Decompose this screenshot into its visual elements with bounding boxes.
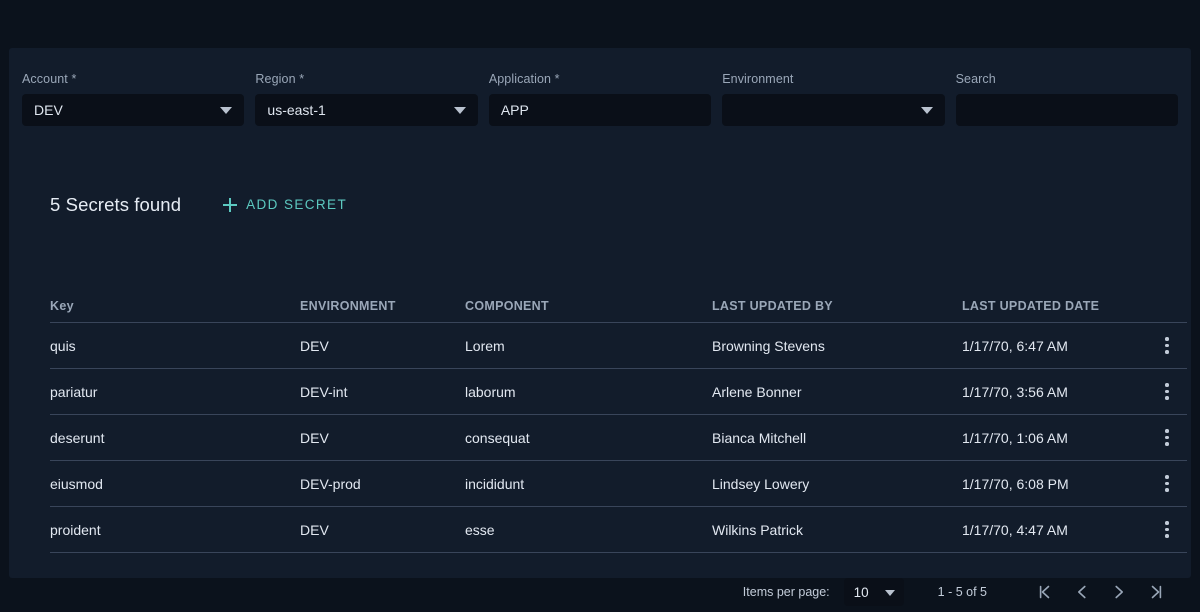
pagination-buttons — [1033, 577, 1168, 607]
cell-last-updated-date: 1/17/70, 1:06 AM — [962, 429, 1068, 446]
table-row[interactable]: deserunt DEV consequat Bianca Mitchell 1… — [50, 415, 1187, 461]
environment-label: Environment — [722, 72, 794, 86]
cell-actions — [1147, 382, 1187, 402]
application-value: APP — [500, 102, 529, 118]
next-page-button[interactable] — [1107, 577, 1131, 607]
items-per-page-label: Items per page: — [742, 585, 830, 599]
filter-field-region: Region * us-east-1 — [255, 72, 478, 126]
table-toolbar: 5 Secrets found ADD SECRET — [50, 193, 349, 216]
first-page-icon — [1039, 585, 1050, 599]
region-select[interactable]: us-east-1 — [255, 94, 478, 126]
kebab-menu-icon[interactable] — [1157, 382, 1177, 402]
cell-last-updated-by: Arlene Bonner — [712, 383, 802, 400]
cell-last-updated-date: 1/17/70, 6:08 PM — [962, 475, 1069, 492]
chevron-down-icon — [220, 107, 233, 114]
filter-field-account: Account * DEV — [22, 72, 245, 126]
kebab-menu-icon[interactable] — [1157, 520, 1177, 540]
chevron-down-icon — [920, 107, 933, 114]
cell-last-updated-date: 1/17/70, 6:47 AM — [962, 337, 1068, 354]
chevron-down-icon — [453, 107, 466, 114]
table-row[interactable]: quis DEV Lorem Browning Stevens 1/17/70,… — [50, 323, 1187, 369]
cell-key: eiusmod — [50, 475, 103, 492]
page-title: 5 Secrets found — [50, 193, 182, 215]
account-label: Account * — [22, 72, 77, 86]
cell-actions — [1147, 520, 1187, 540]
table-row[interactable]: proident DEV esse Wilkins Patrick 1/17/7… — [50, 507, 1187, 553]
cell-component: consequat — [465, 429, 530, 446]
add-secret-button[interactable]: ADD SECRET — [221, 193, 349, 216]
filter-field-application: Application * APP — [488, 72, 712, 126]
cell-environment: DEV-prod — [300, 475, 361, 492]
cell-environment: DEV-int — [300, 383, 348, 400]
cell-last-updated-date: 1/17/70, 4:47 AM — [962, 521, 1068, 538]
column-header-actions — [1147, 313, 1187, 322]
required-marker: * — [71, 72, 77, 86]
required-marker: * — [299, 72, 305, 86]
items-per-page-select[interactable]: 10 — [843, 578, 904, 606]
column-header-component[interactable]: COMPONENT — [465, 299, 712, 322]
cell-last-updated-by: Wilkins Patrick — [712, 521, 804, 538]
add-secret-label: ADD SECRET — [246, 197, 348, 212]
column-header-environment[interactable]: ENVIRONMENT — [300, 299, 465, 322]
secrets-card: Account * DEV Region * us-east-1 Applica… — [9, 48, 1191, 606]
items-per-page-value: 10 — [853, 584, 869, 600]
cell-key: quis — [50, 337, 76, 354]
cell-key: pariatur — [50, 383, 98, 400]
cell-component: esse — [465, 521, 495, 538]
application-label: Application * — [488, 72, 560, 86]
table-header-row: Key ENVIRONMENT COMPONENT LAST UPDATED B… — [50, 288, 1187, 323]
cell-component: incididunt — [465, 475, 525, 492]
paginator: Items per page: 10 1 - 5 of 5 — [743, 572, 1168, 612]
cell-key: deserunt — [50, 429, 105, 446]
search-input[interactable] — [955, 94, 1179, 126]
cell-component: laborum — [465, 383, 516, 400]
cell-actions — [1147, 336, 1187, 356]
search-label: Search — [955, 72, 996, 86]
first-page-button[interactable] — [1033, 577, 1057, 607]
cell-environment: DEV — [300, 337, 329, 354]
kebab-menu-icon[interactable] — [1157, 336, 1177, 356]
cell-environment: DEV — [300, 521, 329, 538]
region-label: Region * — [255, 72, 305, 86]
column-header-last-updated-by[interactable]: LAST UPDATED BY — [712, 299, 962, 322]
cell-last-updated-by: Lindsey Lowery — [712, 475, 810, 492]
cell-component: Lorem — [465, 337, 505, 354]
kebab-menu-icon[interactable] — [1157, 474, 1177, 494]
previous-page-button[interactable] — [1070, 577, 1094, 607]
environment-select[interactable] — [722, 94, 945, 126]
column-header-last-updated-date[interactable]: LAST UPDATED DATE — [962, 299, 1147, 322]
table-row[interactable]: eiusmod DEV-prod incididunt Lindsey Lowe… — [50, 461, 1187, 507]
cell-key: proident — [50, 521, 101, 538]
cell-last-updated-date: 1/17/70, 3:56 AM — [962, 383, 1068, 400]
kebab-menu-icon[interactable] — [1157, 428, 1177, 448]
cell-actions — [1147, 428, 1187, 448]
column-header-key[interactable]: Key — [50, 299, 300, 322]
filter-bar: Account * DEV Region * us-east-1 Applica… — [22, 72, 1179, 126]
table-body: quis DEV Lorem Browning Stevens 1/17/70,… — [50, 323, 1187, 553]
last-page-icon — [1151, 585, 1162, 599]
filter-field-search: Search — [955, 72, 1179, 126]
account-select[interactable]: DEV — [22, 94, 245, 126]
chevron-left-icon — [1078, 585, 1086, 599]
chevron-right-icon — [1115, 585, 1123, 599]
region-value: us-east-1 — [267, 102, 326, 118]
cell-last-updated-by: Browning Stevens — [712, 337, 825, 354]
plus-icon — [223, 197, 238, 212]
account-value: DEV — [34, 102, 63, 118]
last-page-button[interactable] — [1144, 577, 1168, 607]
required-marker: * — [554, 72, 560, 86]
filter-field-environment: Environment — [722, 72, 945, 126]
chevron-down-icon — [884, 590, 895, 596]
cell-actions — [1147, 474, 1187, 494]
pagination-range: 1 - 5 of 5 — [937, 585, 987, 599]
cell-last-updated-by: Bianca Mitchell — [712, 429, 807, 446]
table-row[interactable]: pariatur DEV-int laborum Arlene Bonner 1… — [50, 369, 1187, 415]
secrets-table: Key ENVIRONMENT COMPONENT LAST UPDATED B… — [50, 288, 1187, 553]
cell-environment: DEV — [300, 429, 329, 446]
application-input[interactable]: APP — [488, 94, 712, 126]
